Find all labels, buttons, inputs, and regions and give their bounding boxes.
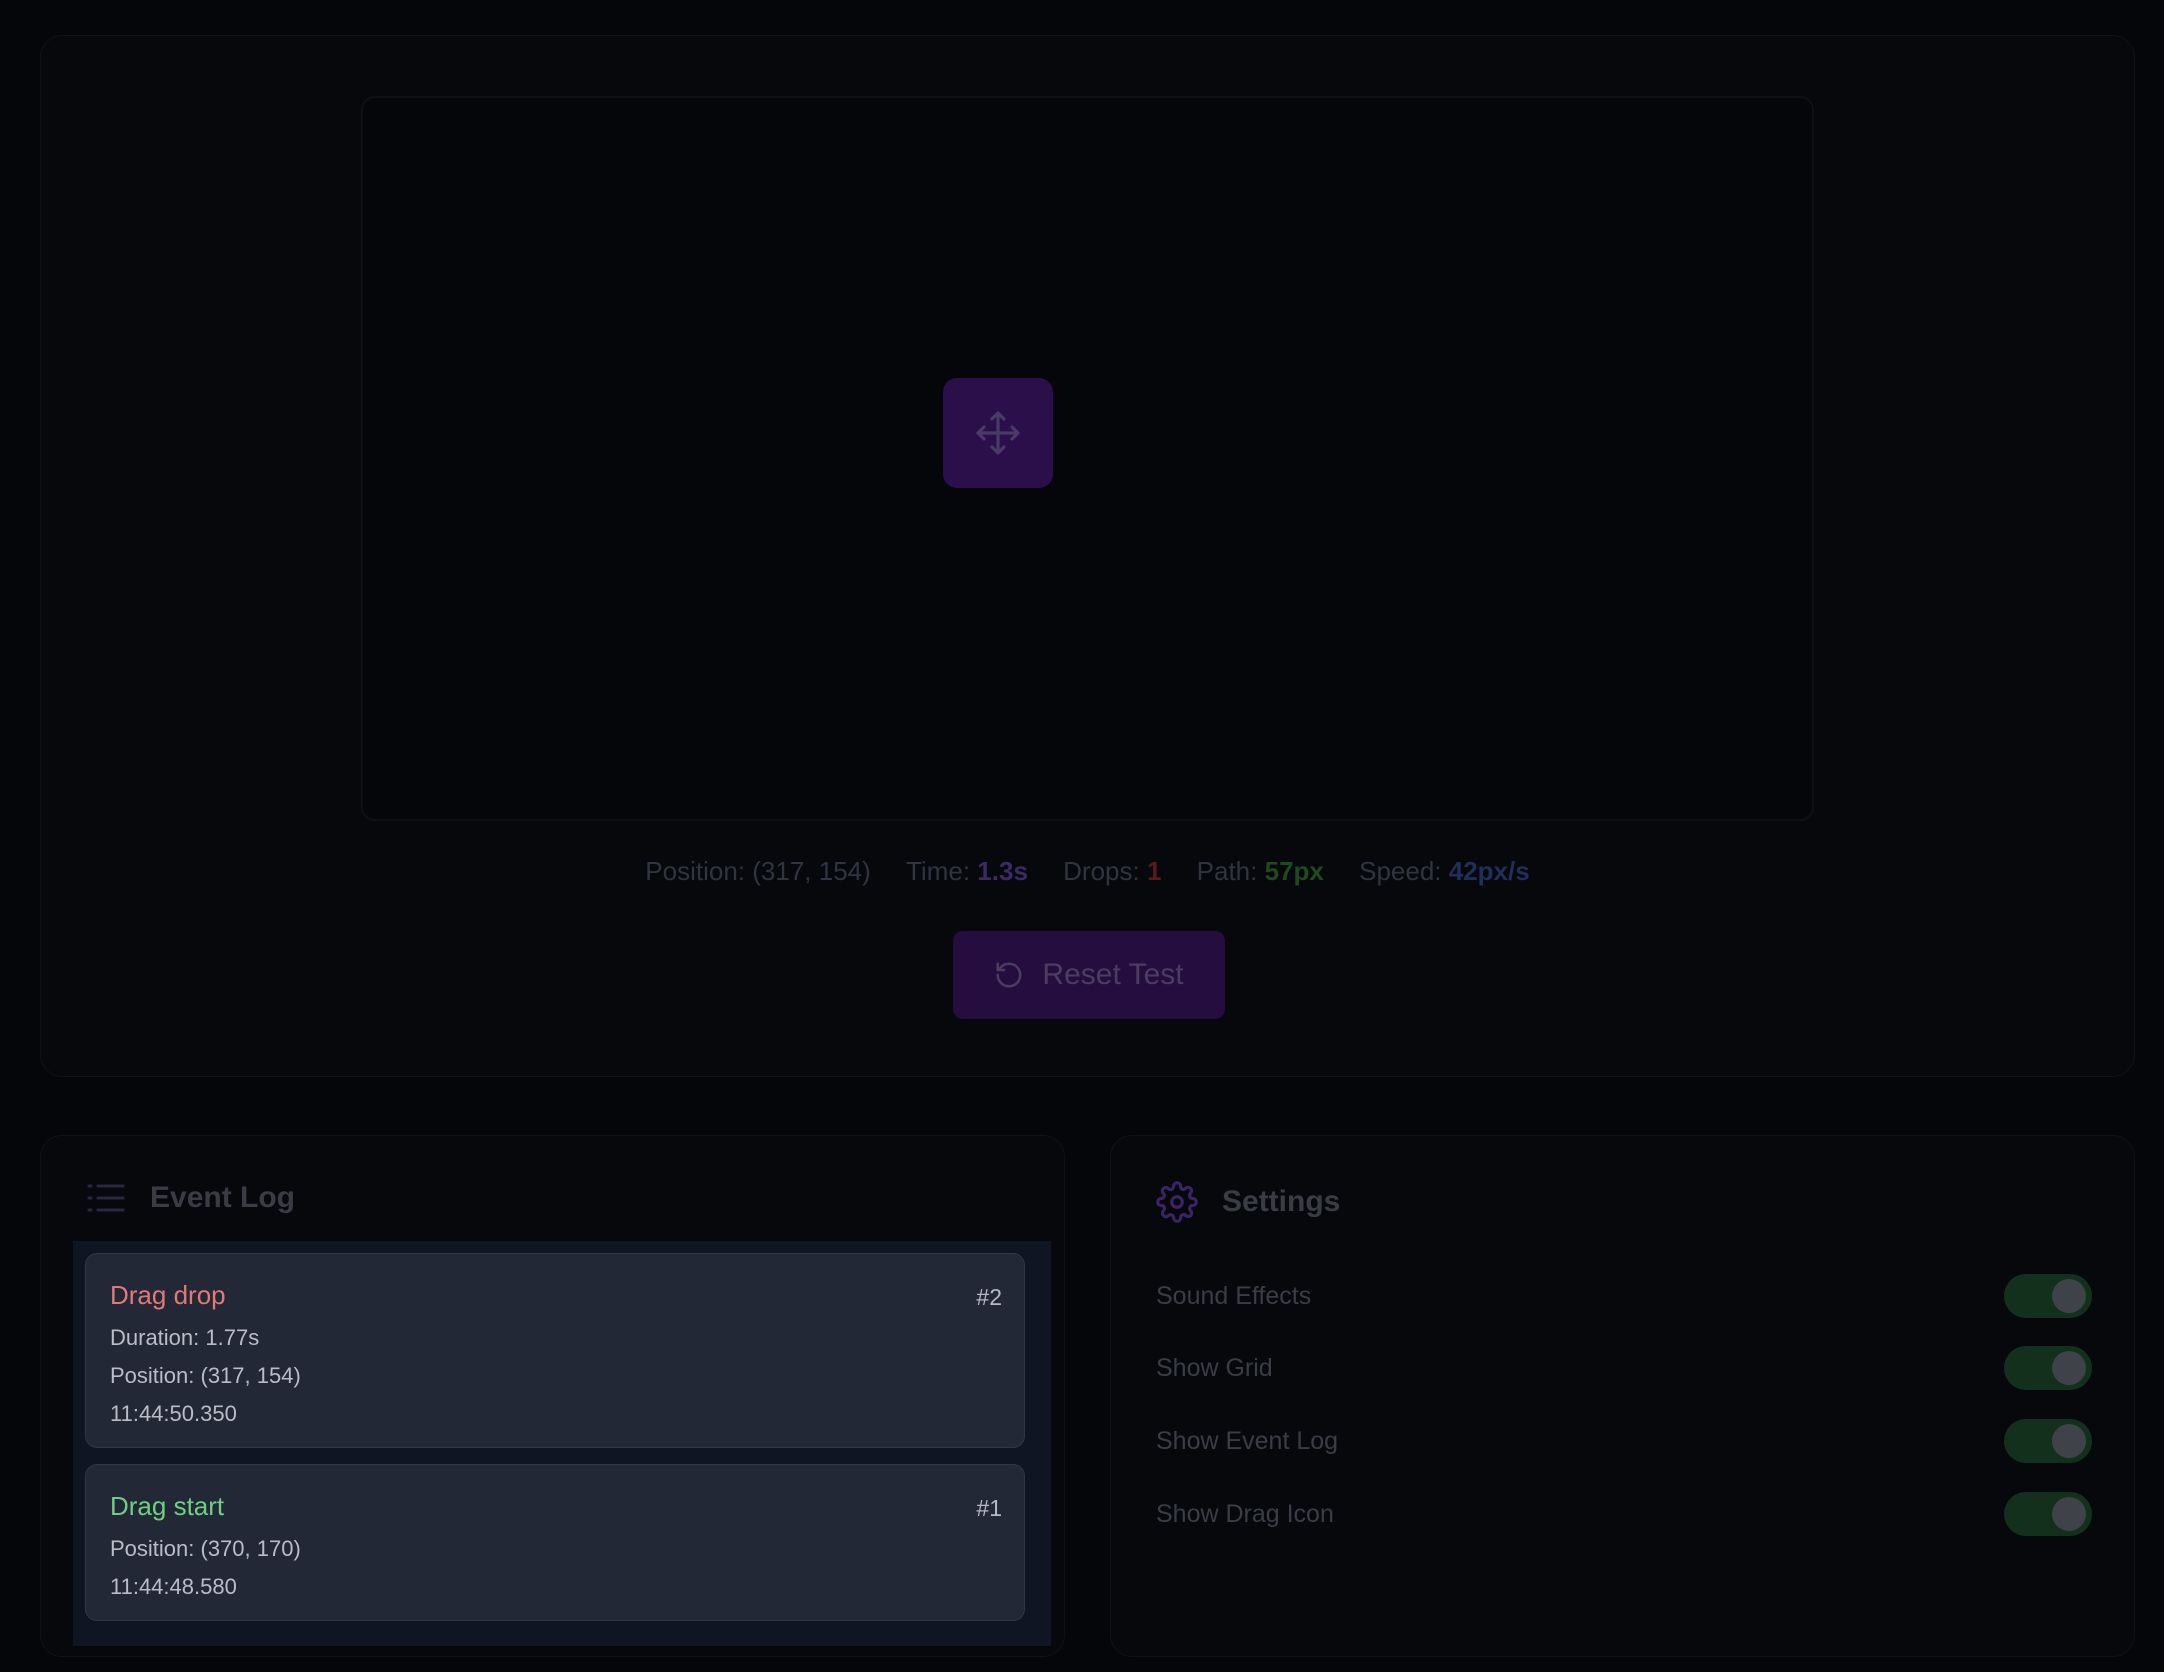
- drag-area[interactable]: [361, 96, 1814, 821]
- toggle-knob: [2052, 1497, 2086, 1531]
- toggle-knob: [2052, 1351, 2086, 1385]
- draggable-box[interactable]: [943, 378, 1053, 488]
- log-entry: Drag start #1 Position: (370, 170) 11:44…: [85, 1464, 1025, 1621]
- log-entry-line: 11:44:48.580: [110, 1574, 237, 1599]
- reset-test-label: Reset Test: [1042, 958, 1184, 991]
- move-arrows-icon: [976, 411, 1020, 455]
- setting-label: Show Grid: [1156, 1353, 1273, 1382]
- toggle-knob: [2052, 1424, 2086, 1458]
- setting-label: Show Event Log: [1156, 1426, 1339, 1455]
- log-entry-line: Position: (317, 154): [110, 1363, 301, 1388]
- rotate-ccw-icon: [996, 962, 1022, 988]
- log-entry-line: 11:44:50.350: [110, 1401, 237, 1426]
- settings-panel: Settings Sound Effects Show Grid Show Ev…: [1110, 1135, 2135, 1657]
- stat-path: Path: 57px: [1196, 856, 1324, 886]
- log-entry-number: #2: [976, 1284, 1002, 1310]
- show-drag-icon-toggle[interactable]: [2004, 1492, 2092, 1536]
- settings-header: Settings: [1156, 1181, 1340, 1223]
- setting-label: Sound Effects: [1156, 1281, 1312, 1310]
- toggle-knob: [2052, 1279, 2086, 1313]
- gear-icon: [1156, 1181, 1198, 1223]
- log-entry-title: Drag start: [110, 1491, 225, 1521]
- event-log-title: Event Log: [150, 1181, 296, 1214]
- stat-drops: Drops: 1: [1063, 856, 1162, 886]
- show-event-log-toggle[interactable]: [2004, 1419, 2092, 1463]
- setting-label: Show Drag Icon: [1156, 1499, 1334, 1528]
- list-icon: [87, 1184, 125, 1212]
- reset-test-button[interactable]: Reset Test: [953, 931, 1225, 1019]
- log-entry-number: #1: [976, 1495, 1002, 1521]
- sound-effects-toggle[interactable]: [2004, 1274, 2092, 1318]
- drag-test-panel: Position: (317, 154) Time: 1.3s Drops: 1…: [40, 35, 2135, 1077]
- stat-speed: Speed: 42px/s: [1359, 856, 1530, 886]
- setting-show-event-log: Show Event Log: [1156, 1419, 2092, 1463]
- setting-show-drag-icon: Show Drag Icon: [1156, 1492, 2092, 1536]
- event-log-header: Event Log: [86, 1181, 295, 1215]
- log-entry-title: Drag drop: [110, 1280, 226, 1310]
- setting-sound-effects: Sound Effects: [1156, 1274, 2092, 1318]
- show-grid-toggle[interactable]: [2004, 1346, 2092, 1390]
- log-entry-line: Position: (370, 170): [110, 1536, 301, 1561]
- stat-position: Position: (317, 154): [645, 856, 871, 886]
- log-entry: Drag drop #2 Duration: 1.77s Position: (…: [85, 1253, 1025, 1448]
- event-log-panel: Event Log Drag drop #2 Duration: 1.77s P…: [40, 1135, 1065, 1657]
- log-entry-line: Duration: 1.77s: [110, 1325, 260, 1350]
- settings-title: Settings: [1222, 1185, 1341, 1218]
- event-log-list[interactable]: Drag drop #2 Duration: 1.77s Position: (…: [73, 1241, 1051, 1646]
- stats-bar: Position: (317, 154) Time: 1.3s Drops: 1…: [41, 856, 2134, 887]
- setting-show-grid: Show Grid: [1156, 1346, 2092, 1390]
- stat-time: Time: 1.3s: [906, 856, 1028, 886]
